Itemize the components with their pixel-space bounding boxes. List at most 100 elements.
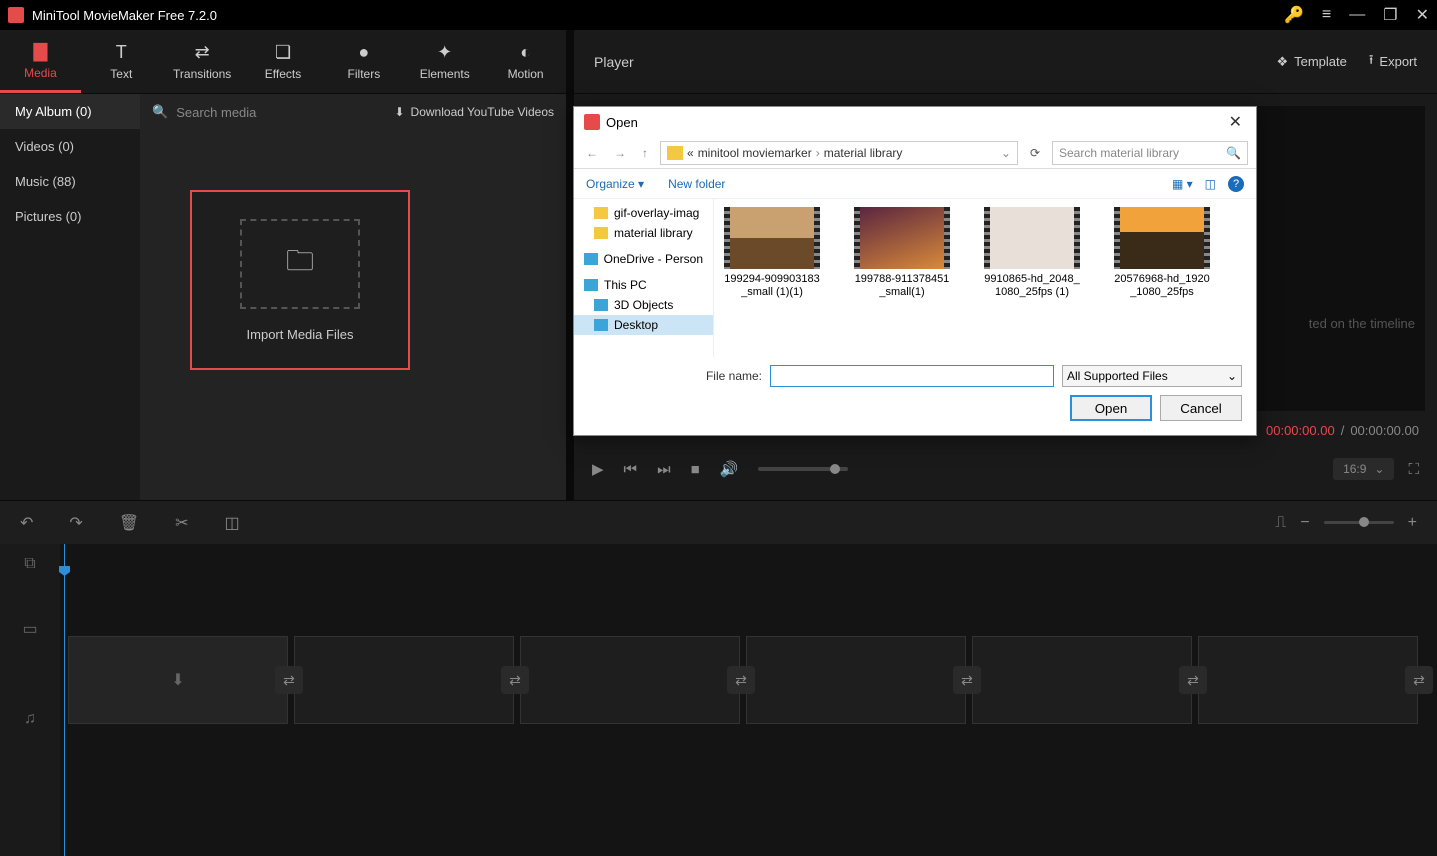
transition-button[interactable]: ⇄ — [1179, 666, 1207, 694]
folder-icon: ▇ — [34, 41, 48, 62]
tab-motion[interactable]: ◐Motion — [485, 30, 566, 93]
redo-button[interactable]: ↷ — [69, 513, 82, 533]
tab-effects[interactable]: ❏Effects — [243, 30, 324, 93]
app-icon — [8, 7, 24, 23]
close-icon[interactable]: ✕ — [1416, 5, 1429, 25]
maximize-icon[interactable]: ❐ — [1383, 5, 1397, 25]
view-mode-button[interactable]: ▦ ▾ — [1172, 177, 1193, 191]
tab-media-label: Media — [24, 66, 57, 80]
sidebar-item-pictures[interactable]: Pictures (0) — [0, 199, 140, 234]
breadcrumb-segment[interactable]: material library — [824, 146, 903, 160]
transition-button[interactable]: ⇄ — [501, 666, 529, 694]
motion-icon: ◐ — [520, 42, 531, 63]
menu-icon[interactable]: ≡ — [1322, 6, 1331, 24]
tree-item-label: This PC — [604, 278, 647, 292]
help-button[interactable]: ? — [1228, 176, 1244, 192]
clip-slot[interactable]: ⬇⇄ — [68, 636, 288, 724]
file-name-label: 199294-909903183_small (1)(1) — [722, 273, 822, 299]
open-button[interactable]: Open — [1070, 395, 1152, 421]
dialog-search-input[interactable]: Search material library🔍 — [1052, 141, 1248, 165]
dialog-close-button[interactable]: ✕ — [1225, 112, 1246, 132]
delete-button[interactable]: 🗑 — [119, 513, 139, 533]
volume-slider[interactable] — [758, 467, 848, 471]
transition-button[interactable]: ⇄ — [953, 666, 981, 694]
clip-slot[interactable]: ⇄ — [294, 636, 514, 724]
next-frame-button[interactable]: ⏭ — [657, 461, 671, 478]
search-icon: 🔍 — [1226, 146, 1241, 160]
search-input[interactable] — [176, 105, 386, 120]
tab-text[interactable]: TText — [81, 30, 162, 93]
file-type-select[interactable]: All Supported Files⌄ — [1062, 365, 1242, 387]
tree-item-thispc[interactable]: This PC — [574, 275, 713, 295]
folder-icon — [594, 207, 608, 219]
crop-button[interactable]: ◫ — [225, 513, 240, 533]
play-button[interactable]: ▶ — [592, 460, 604, 478]
stop-button[interactable]: ■ — [691, 461, 700, 478]
tree-item-label: material library — [614, 226, 693, 240]
tab-text-label: Text — [110, 67, 132, 81]
chevron-down-icon[interactable]: ⌄ — [1001, 146, 1011, 160]
transition-button[interactable]: ⇄ — [275, 666, 303, 694]
cancel-button[interactable]: Cancel — [1160, 395, 1242, 421]
file-item[interactable]: 9910865-hd_2048_1080_25fps (1) — [982, 207, 1082, 349]
tab-filters[interactable]: ●Filters — [323, 30, 404, 93]
player-title: Player — [594, 54, 634, 70]
snap-button[interactable]: ⎍ — [1275, 514, 1286, 532]
sidebar-item-videos[interactable]: Videos (0) — [0, 129, 140, 164]
file-item[interactable]: 199788-911378451_small(1) — [852, 207, 952, 349]
breadcrumb-segment[interactable]: minitool moviemarker — [698, 146, 812, 160]
tree-item-3dobjects[interactable]: 3D Objects — [574, 295, 713, 315]
breadcrumb[interactable]: « minitool moviemarker › material librar… — [660, 141, 1018, 165]
preview-pane-button[interactable]: ◫ — [1205, 177, 1216, 191]
nav-back-button[interactable]: ← — [582, 146, 602, 160]
fullscreen-button[interactable]: ⛶ — [1408, 461, 1419, 478]
aspect-ratio-select[interactable]: 16:9⌄ — [1333, 458, 1394, 480]
sidebar-item-music[interactable]: Music (88) — [0, 164, 140, 199]
tab-filters-label: Filters — [348, 67, 381, 81]
video-track-icon: ▭ — [0, 584, 60, 674]
download-youtube-button[interactable]: ⬇Download YouTube Videos — [394, 105, 554, 119]
upgrade-icon[interactable]: 🔑 — [1284, 5, 1304, 25]
new-folder-button[interactable]: New folder — [668, 177, 725, 191]
export-button[interactable]: ⭱Export — [1369, 51, 1417, 73]
elements-icon: ✦ — [437, 42, 452, 63]
template-button[interactable]: ❖Template — [1276, 51, 1346, 73]
zoom-slider[interactable] — [1324, 521, 1394, 524]
add-track-button[interactable]: ⧉ — [0, 544, 60, 584]
sidebar-item-album[interactable]: My Album (0) — [0, 94, 140, 129]
audio-track-icon: ♫ — [0, 674, 60, 764]
nav-up-button[interactable]: ↑ — [638, 146, 652, 160]
minimize-icon[interactable]: ― — [1349, 6, 1365, 24]
zoom-out-button[interactable]: − — [1300, 514, 1309, 532]
file-open-dialog: Open ✕ ← → ↑ « minitool moviemarker › ma… — [573, 106, 1257, 436]
clip-slot[interactable]: ⇄ — [746, 636, 966, 724]
undo-button[interactable]: ↶ — [20, 513, 33, 533]
tab-elements[interactable]: ✦Elements — [404, 30, 485, 93]
import-media-button[interactable]: 🗀 Import Media Files — [190, 190, 410, 370]
transition-button[interactable]: ⇄ — [727, 666, 755, 694]
tree-item[interactable]: material library — [574, 223, 713, 243]
chevron-down-icon: ⌄ — [1374, 462, 1384, 476]
tab-media[interactable]: ▇ Media — [0, 30, 81, 93]
zoom-in-button[interactable]: + — [1408, 514, 1417, 532]
filename-input[interactable] — [770, 365, 1054, 387]
refresh-button[interactable]: ⟳ — [1026, 146, 1044, 160]
prev-frame-button[interactable]: ⏮ — [624, 461, 638, 478]
file-item[interactable]: 199294-909903183_small (1)(1) — [722, 207, 822, 349]
chevron-right-icon: › — [816, 146, 820, 160]
import-media-label: Import Media Files — [247, 327, 354, 342]
clip-slot[interactable]: ⇄ — [972, 636, 1192, 724]
nav-forward-button[interactable]: → — [610, 146, 630, 160]
clip-slot[interactable]: ⇄ — [520, 636, 740, 724]
tab-effects-label: Effects — [265, 67, 301, 81]
volume-icon[interactable]: 🔊 — [720, 460, 739, 478]
tree-item-onedrive[interactable]: OneDrive - Person — [574, 249, 713, 269]
transition-button[interactable]: ⇄ — [1405, 666, 1433, 694]
tree-item[interactable]: gif-overlay-imag — [574, 203, 713, 223]
tab-transitions[interactable]: ⇄Transitions — [162, 30, 243, 93]
organize-button[interactable]: Organize ▾ — [586, 177, 644, 191]
split-button[interactable]: ✂ — [175, 513, 188, 533]
clip-slot[interactable]: ⇄ — [1198, 636, 1418, 724]
file-item[interactable]: 20576968-hd_1920_1080_25fps — [1112, 207, 1212, 349]
tree-item-desktop[interactable]: Desktop — [574, 315, 713, 335]
